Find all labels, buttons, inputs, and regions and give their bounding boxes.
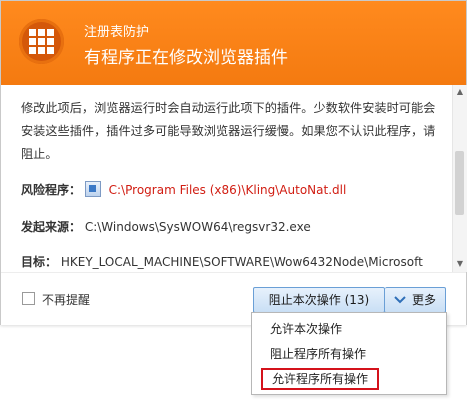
menu-item-label: 允许程序所有操作 (261, 368, 380, 390)
scroll-thumb[interactable] (455, 151, 464, 215)
more-button[interactable]: 更多 (385, 287, 446, 313)
menu-item-allow-once[interactable]: 允许本次操作 (252, 317, 446, 341)
target-label: 目标： (21, 255, 58, 269)
dont-remind-checkbox[interactable] (22, 292, 35, 305)
source-path: C:\Windows\SysWOW64\regsvr32.exe (84, 220, 311, 234)
content-scrollbar[interactable]: ▲ ▼ (452, 85, 467, 272)
risk-program-row: 风险程序： C:\Program Files (x86)\Kling\AutoN… (21, 181, 346, 198)
menu-item-allow-all[interactable]: 允许程序所有操作 (252, 367, 446, 391)
target-path: HKEY_LOCAL_MACHINE\SOFTWARE\Wow6432Node\… (60, 255, 423, 269)
target-row: 目标： HKEY_LOCAL_MACHINE\SOFTWARE\Wow6432N… (21, 253, 423, 270)
source-label: 发起来源： (21, 220, 82, 234)
scroll-up-arrow-icon[interactable]: ▲ (455, 87, 465, 97)
menu-item-label: 阻止程序所有操作 (270, 347, 367, 361)
grid-shield-icon (19, 19, 64, 64)
dialog-title: 注册表防护 (84, 25, 150, 40)
menu-item-block-all[interactable]: 阻止程序所有操作 (252, 342, 446, 366)
dialog-subtitle: 有程序正在修改浏览器插件 (84, 48, 288, 68)
chevron-down-icon (394, 296, 406, 304)
more-button-label: 更多 (412, 293, 437, 307)
block-once-button[interactable]: 阻止本次操作 (13) (253, 287, 385, 313)
more-options-menu: 允许本次操作 阻止程序所有操作 允许程序所有操作 (251, 312, 447, 395)
file-icon (84, 181, 101, 197)
description-text: 修改此项后，浏览器运行时会自动运行此项下的插件。少数软件安装时可能会安装这些插件… (21, 101, 436, 161)
dialog-content: 修改此项后，浏览器运行时会自动运行此项下的插件。少数软件安装时可能会安装这些插件… (1, 85, 452, 272)
risk-program-label: 风险程序： (21, 183, 82, 197)
source-row: 发起来源： C:\Windows\SysWOW64\regsvr32.exe (21, 218, 311, 235)
risk-program-path[interactable]: C:\Program Files (x86)\Kling\AutoNat.dll (109, 183, 347, 197)
scroll-down-arrow-icon[interactable]: ▼ (455, 259, 465, 269)
dont-remind-label[interactable]: 不再提醒 (42, 291, 90, 308)
menu-item-label: 允许本次操作 (270, 322, 343, 336)
registry-protection-dialog: 注册表防护 有程序正在修改浏览器插件 修改此项后，浏览器运行时会自动运行此项下的… (0, 0, 467, 325)
dialog-header: 注册表防护 有程序正在修改浏览器插件 (1, 1, 466, 85)
